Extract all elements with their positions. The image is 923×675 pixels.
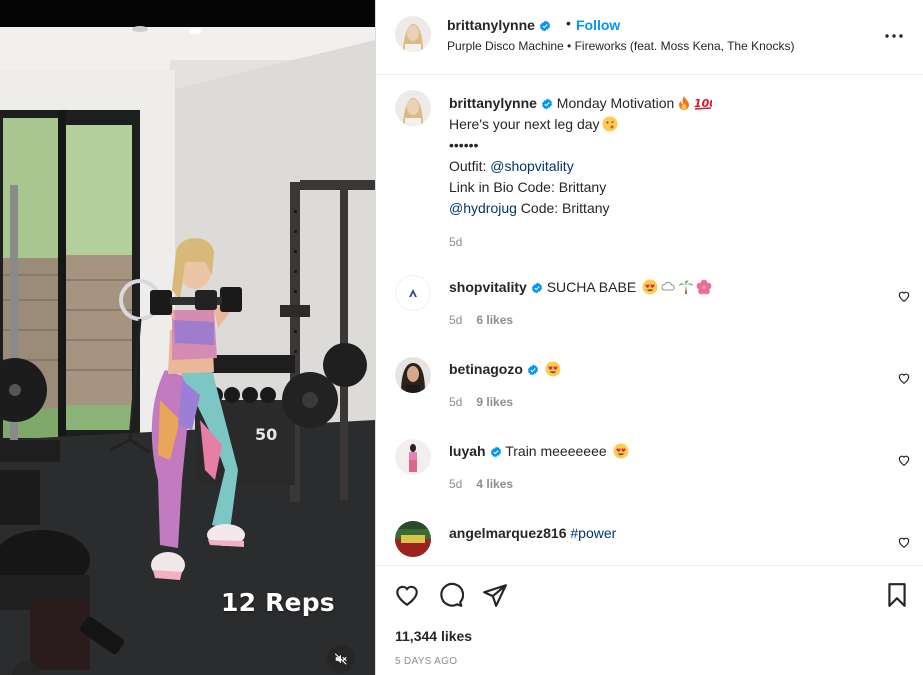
verified-badge-icon bbox=[531, 282, 542, 294]
comment-bubble-icon[interactable] bbox=[438, 582, 464, 608]
mention-link[interactable]: @shopvitality bbox=[490, 158, 573, 174]
caption-line-1: brittanylynne Monday Motivation 100 bbox=[449, 93, 889, 114]
verified-badge-icon bbox=[541, 98, 552, 110]
post-date[interactable]: 5 DAYS AGO bbox=[395, 656, 457, 667]
caption-line-3: •••••• bbox=[449, 137, 479, 153]
comment-likes[interactable]: 6 likes bbox=[476, 313, 513, 327]
comment-item: betinagozo 5d 9 likes bbox=[376, 357, 923, 427]
angelmarquez816-avatar-image bbox=[395, 521, 431, 557]
caption-line-6: @hydrojug Code: Brittany bbox=[449, 200, 610, 216]
mention-link[interactable]: @hydrojug bbox=[449, 200, 517, 216]
caption-author-avatar[interactable] bbox=[395, 90, 431, 126]
caption-text-1: Monday Motivation bbox=[556, 95, 675, 111]
comment-item: shopvitality SUCHA BABE 5d 6 likes bbox=[376, 275, 923, 345]
mute-toggle-button[interactable] bbox=[327, 645, 355, 673]
share-send-icon[interactable] bbox=[482, 582, 508, 608]
commenter-username[interactable]: angelmarquez816 bbox=[449, 525, 567, 541]
author-avatar-image bbox=[395, 16, 431, 52]
post-video[interactable]: 50 12 Reps bbox=[0, 0, 375, 675]
comment-likes[interactable]: 9 likes bbox=[476, 395, 513, 409]
heart-eyes-emoji-icon bbox=[642, 279, 658, 295]
commenter-username[interactable]: shopvitality bbox=[449, 279, 527, 295]
video-overlay-text: 12 Reps bbox=[221, 588, 335, 617]
kissing-face-emoji-icon bbox=[602, 116, 618, 132]
verified-badge-icon bbox=[527, 364, 538, 376]
hashtag-link[interactable]: #power bbox=[570, 525, 616, 541]
like-heart-icon[interactable] bbox=[394, 582, 420, 608]
post-actions: 11,344 likes 5 DAYS AGO bbox=[376, 565, 923, 675]
comment-text: betinagozo bbox=[449, 361, 561, 377]
follow-button[interactable]: Follow bbox=[576, 17, 620, 33]
caption-line-4: Outfit: @shopvitality bbox=[449, 158, 574, 174]
comment-meta: 5d 4 likes bbox=[449, 477, 513, 491]
palm-tree-emoji-icon bbox=[679, 280, 694, 294]
commenter-avatar[interactable] bbox=[395, 275, 431, 311]
comment-like-icon[interactable] bbox=[897, 289, 911, 303]
post-side-panel: brittanylynne • Follow Purple Disco Mach… bbox=[375, 0, 923, 675]
comment-meta: 5d 6 likes bbox=[449, 313, 513, 327]
comment-text: luyah Train meeeeeee bbox=[449, 443, 629, 459]
cloud-emoji-icon bbox=[661, 281, 675, 291]
caption-username[interactable]: brittanylynne bbox=[449, 95, 537, 111]
comment-item: angelmarquez816 #power bbox=[376, 521, 923, 565]
caption-avatar-image bbox=[395, 90, 431, 126]
heart-eyes-emoji-icon bbox=[613, 443, 629, 459]
shopvitality-logo bbox=[395, 275, 431, 311]
comment-text: angelmarquez816 #power bbox=[449, 525, 616, 541]
commenter-username[interactable]: luyah bbox=[449, 443, 486, 459]
verified-badge-icon bbox=[539, 20, 550, 32]
video-frame: 50 bbox=[0, 0, 375, 675]
comment-time[interactable]: 5d bbox=[449, 395, 462, 409]
comment-likes[interactable]: 4 likes bbox=[476, 477, 513, 491]
commenter-avatar[interactable] bbox=[395, 439, 431, 475]
comment-text: shopvitality SUCHA BABE bbox=[449, 279, 712, 295]
comment-body: Train meeeeeee bbox=[505, 443, 607, 459]
caption-line-5: Link in Bio Code: Brittany bbox=[449, 179, 607, 195]
post-header: brittanylynne • Follow Purple Disco Mach… bbox=[376, 0, 923, 75]
header-separator: • bbox=[566, 15, 571, 31]
betinagozo-avatar-image bbox=[395, 357, 431, 393]
likes-count[interactable]: 11,344 likes bbox=[395, 628, 472, 644]
heart-eyes-emoji-icon bbox=[545, 361, 561, 377]
post-caption: brittanylynne Monday Motivation 100 Here'… bbox=[449, 93, 889, 219]
commenter-avatar[interactable] bbox=[395, 357, 431, 393]
svg-text:50: 50 bbox=[255, 425, 277, 444]
more-options-icon bbox=[885, 34, 903, 38]
hundred-points-emoji-icon: 100 bbox=[694, 97, 712, 110]
comment-like-icon[interactable] bbox=[897, 453, 911, 467]
comment-like-icon[interactable] bbox=[897, 535, 911, 549]
caption-timestamp[interactable]: 5d bbox=[449, 235, 462, 249]
author-username[interactable]: brittanylynne bbox=[447, 17, 551, 33]
save-bookmark-icon[interactable] bbox=[884, 582, 910, 608]
muted-speaker-icon bbox=[334, 653, 347, 665]
comment-item: luyah Train meeeeeee 5d 4 likes bbox=[376, 439, 923, 509]
comment-time[interactable]: 5d bbox=[449, 313, 462, 327]
comment-time[interactable]: 5d bbox=[449, 477, 462, 491]
caption-line-2: Here's your next leg day bbox=[449, 114, 889, 135]
verified-badge-icon bbox=[490, 446, 501, 458]
comment-like-icon[interactable] bbox=[897, 371, 911, 385]
audio-track-link[interactable]: Purple Disco Machine • Fireworks (feat. … bbox=[447, 39, 794, 53]
more-options-button[interactable] bbox=[884, 26, 904, 46]
comment-body: SUCHA BABE bbox=[546, 279, 637, 295]
commenter-avatar[interactable] bbox=[395, 521, 431, 557]
hibiscus-emoji-icon bbox=[696, 279, 712, 295]
comment-meta: 5d 9 likes bbox=[449, 395, 513, 409]
author-username-text[interactable]: brittanylynne bbox=[447, 17, 535, 33]
post-dialog: 50 12 Reps brittanylynne • Follow Purple… bbox=[0, 0, 923, 675]
fire-emoji-icon bbox=[679, 96, 690, 110]
commenter-username[interactable]: betinagozo bbox=[449, 361, 523, 377]
author-avatar[interactable] bbox=[395, 16, 431, 52]
luyah-avatar-image bbox=[395, 439, 431, 475]
